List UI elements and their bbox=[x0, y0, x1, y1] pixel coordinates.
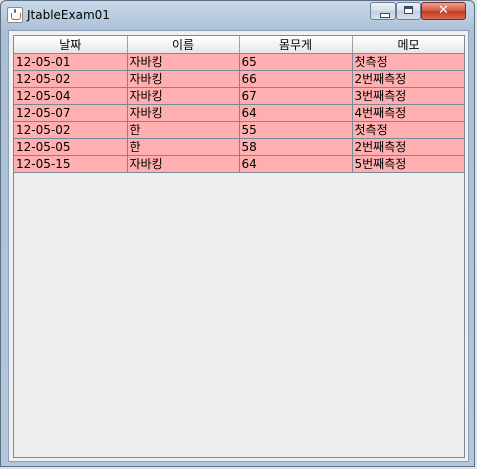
cell-memo[interactable]: 2번째측정 bbox=[352, 138, 464, 156]
cell-date[interactable]: 12-05-15 bbox=[14, 155, 128, 173]
cell-name[interactable]: 한 bbox=[127, 138, 240, 156]
cell-weight[interactable]: 55 bbox=[239, 121, 353, 139]
app-window: JtableExam01 ✕ 날짜 이름 몸무게 메모 12-05-01 자바킹… bbox=[0, 0, 475, 467]
cell-date[interactable]: 12-05-02 bbox=[14, 70, 128, 88]
cell-memo[interactable]: 3번째측정 bbox=[352, 87, 464, 105]
cell-date[interactable]: 12-05-07 bbox=[14, 104, 128, 122]
data-table[interactable]: 날짜 이름 몸무게 메모 12-05-01 자바킹 65 첫측정 12-05-0… bbox=[14, 36, 464, 173]
cell-name[interactable]: 자바킹 bbox=[127, 70, 240, 88]
cell-name[interactable]: 자바킹 bbox=[127, 87, 240, 105]
cell-date[interactable]: 12-05-02 bbox=[14, 121, 128, 139]
java-cup-shape bbox=[11, 13, 21, 20]
column-header-name[interactable]: 이름 bbox=[127, 36, 240, 54]
table-row[interactable]: 12-05-04 자바킹 67 3번째측정 bbox=[14, 87, 464, 105]
table-row[interactable]: 12-05-05 한 58 2번째측정 bbox=[14, 138, 464, 156]
table-row[interactable]: 12-05-15 자바킹 64 5번째측정 bbox=[14, 155, 464, 173]
table-row[interactable]: 12-05-01 자바킹 65 첫측정 bbox=[14, 53, 464, 71]
cell-name[interactable]: 한 bbox=[127, 121, 240, 139]
column-header-weight[interactable]: 몸무게 bbox=[239, 36, 353, 54]
cell-name[interactable]: 자바킹 bbox=[127, 104, 240, 122]
cell-date[interactable]: 12-05-04 bbox=[14, 87, 128, 105]
content-pane: 날짜 이름 몸무게 메모 12-05-01 자바킹 65 첫측정 12-05-0… bbox=[8, 30, 469, 462]
cell-memo[interactable]: 첫측정 bbox=[352, 53, 464, 71]
cell-weight[interactable]: 67 bbox=[239, 87, 353, 105]
column-header-memo[interactable]: 메모 bbox=[352, 36, 464, 54]
window-title: JtableExam01 bbox=[27, 8, 110, 22]
cell-weight[interactable]: 66 bbox=[239, 70, 353, 88]
minimize-icon bbox=[380, 13, 390, 18]
cell-weight[interactable]: 65 bbox=[239, 53, 353, 71]
minimize-button[interactable] bbox=[370, 2, 396, 20]
cell-weight[interactable]: 58 bbox=[239, 138, 353, 156]
cell-memo[interactable]: 5번째측정 bbox=[352, 155, 464, 173]
title-bar[interactable]: JtableExam01 ✕ bbox=[1, 1, 474, 29]
table-header-row: 날짜 이름 몸무게 메모 bbox=[14, 36, 464, 54]
table-row[interactable]: 12-05-07 자바킹 64 4번째측정 bbox=[14, 104, 464, 122]
cell-weight[interactable]: 64 bbox=[239, 155, 353, 173]
table-scroll-pane[interactable]: 날짜 이름 몸무게 메모 12-05-01 자바킹 65 첫측정 12-05-0… bbox=[13, 35, 465, 458]
java-app-icon bbox=[7, 7, 23, 23]
table-row[interactable]: 12-05-02 한 55 첫측정 bbox=[14, 121, 464, 139]
close-icon: ✕ bbox=[438, 3, 449, 18]
table-row[interactable]: 12-05-02 자바킹 66 2번째측정 bbox=[14, 70, 464, 88]
cell-name[interactable]: 자바킹 bbox=[127, 155, 240, 173]
maximize-icon bbox=[404, 6, 413, 14]
close-button[interactable]: ✕ bbox=[421, 2, 466, 20]
cell-memo[interactable]: 2번째측정 bbox=[352, 70, 464, 88]
maximize-button[interactable] bbox=[396, 2, 421, 20]
column-header-date[interactable]: 날짜 bbox=[14, 36, 128, 54]
cell-date[interactable]: 12-05-01 bbox=[14, 53, 128, 71]
cell-weight[interactable]: 64 bbox=[239, 104, 353, 122]
cell-name[interactable]: 자바킹 bbox=[127, 53, 240, 71]
cell-memo[interactable]: 첫측정 bbox=[352, 121, 464, 139]
cell-date[interactable]: 12-05-05 bbox=[14, 138, 128, 156]
cell-memo[interactable]: 4번째측정 bbox=[352, 104, 464, 122]
